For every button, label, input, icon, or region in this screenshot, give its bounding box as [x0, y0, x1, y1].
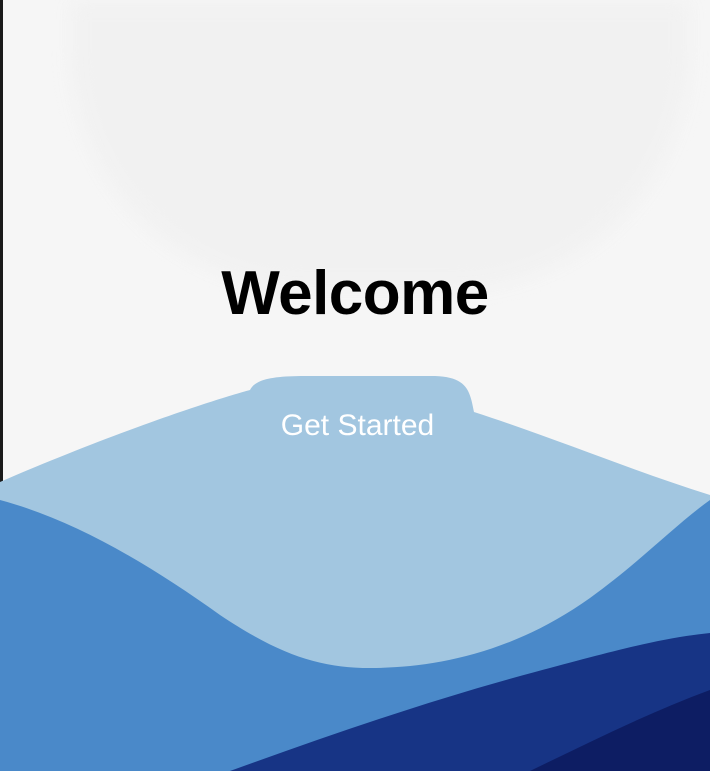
wave-background: [0, 376, 710, 771]
get-started-button[interactable]: Get Started: [245, 402, 470, 450]
welcome-title: Welcome: [221, 259, 489, 328]
welcome-screen: Welcome Get Started: [0, 0, 710, 771]
